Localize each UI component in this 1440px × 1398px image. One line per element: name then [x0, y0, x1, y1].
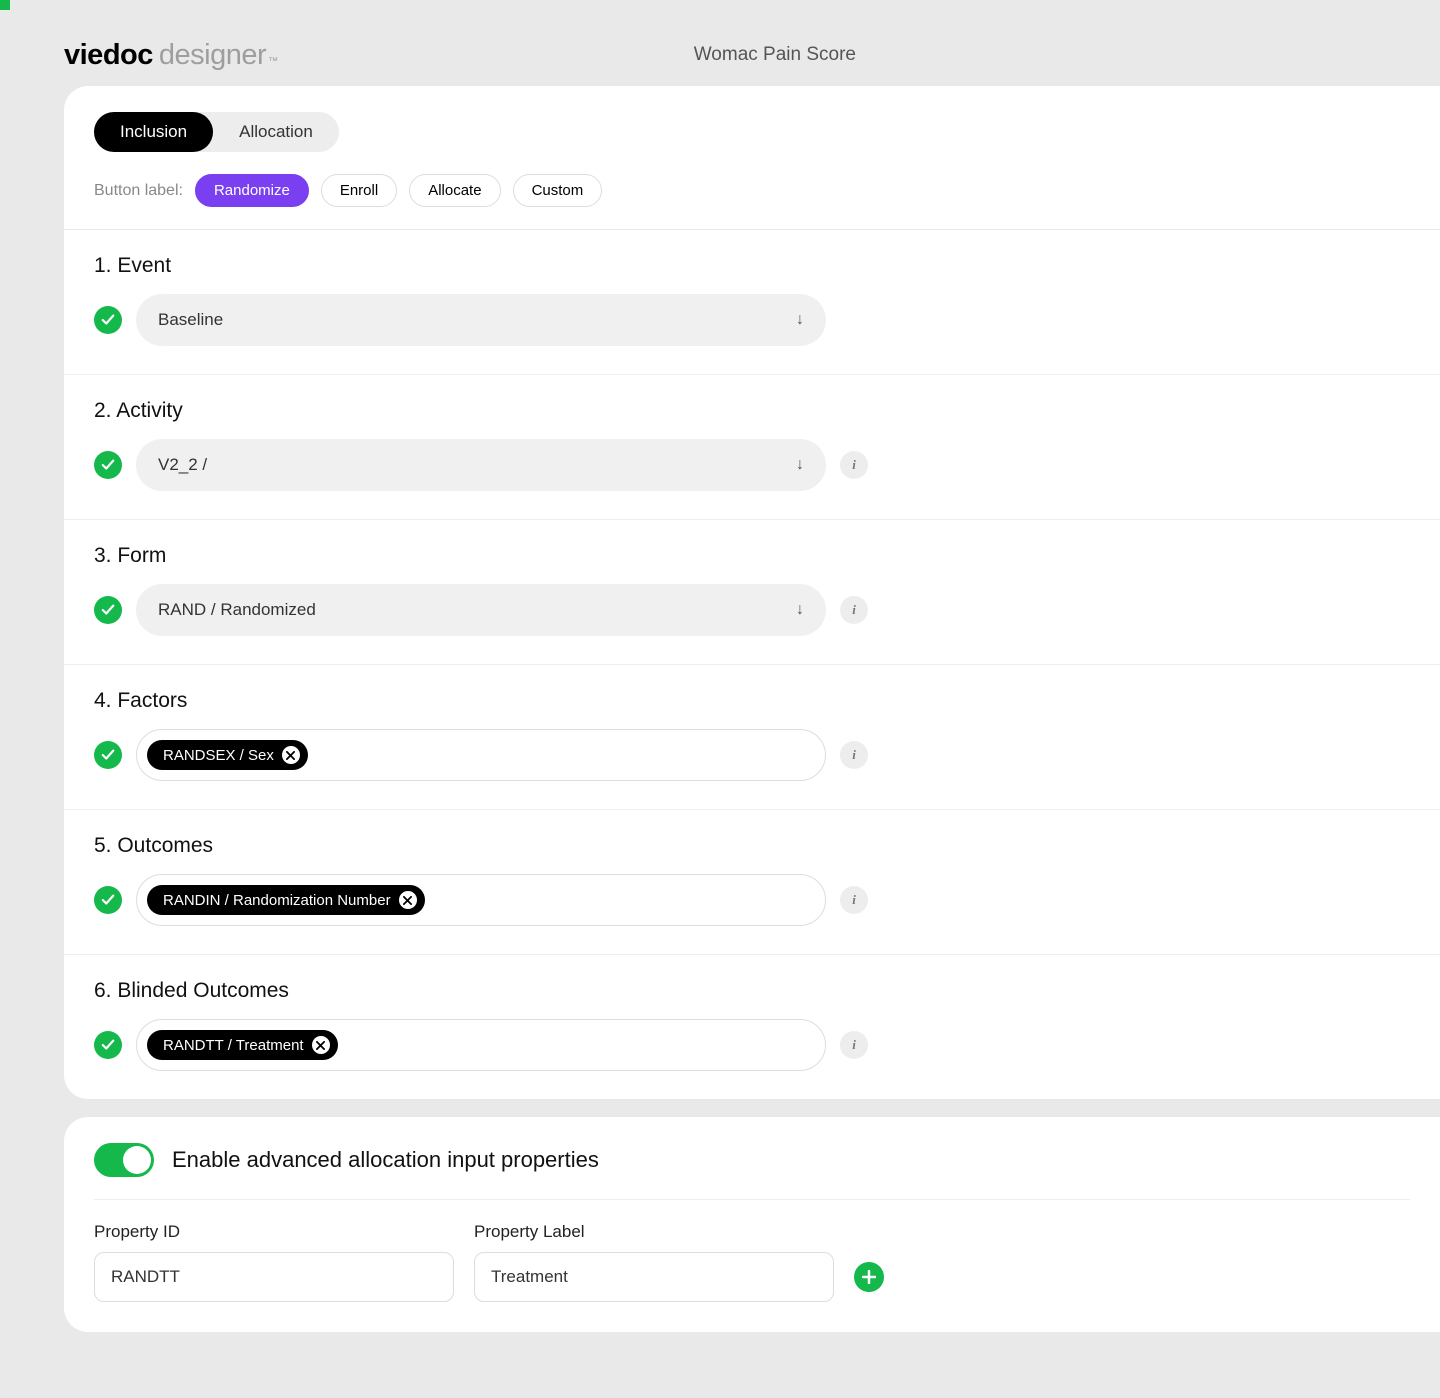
- chip-randomize[interactable]: Randomize: [195, 174, 309, 207]
- logo-light: designer: [159, 39, 266, 72]
- property-label-input[interactable]: [474, 1252, 834, 1302]
- check-icon: [94, 306, 122, 334]
- toggle-row: Enable advanced allocation input propert…: [94, 1143, 1410, 1200]
- section-blinded-outcomes: 6. Blinded Outcomes RANDTT / Treatment i: [64, 955, 1440, 1099]
- remove-tag-icon[interactable]: [282, 746, 300, 764]
- form-dropdown[interactable]: RAND / Randomized ↓: [136, 584, 826, 636]
- property-id-col: Property ID: [94, 1222, 454, 1302]
- remove-tag-icon[interactable]: [399, 891, 417, 909]
- blinded-tag: RANDTT / Treatment: [147, 1030, 338, 1060]
- section-blinded-title: 6. Blinded Outcomes: [94, 979, 1410, 1003]
- event-dropdown[interactable]: Baseline ↓: [136, 294, 826, 346]
- tab-inclusion[interactable]: Inclusion: [94, 112, 213, 152]
- advanced-toggle-label: Enable advanced allocation input propert…: [172, 1147, 599, 1173]
- tabs-row: Inclusion Allocation: [64, 86, 1440, 174]
- logo-tm: ™: [268, 56, 278, 67]
- info-icon[interactable]: i: [840, 596, 868, 624]
- chip-allocate[interactable]: Allocate: [409, 174, 500, 207]
- property-id-label: Property ID: [94, 1222, 454, 1242]
- section-outcomes: 5. Outcomes RANDIN / Randomization Numbe…: [64, 810, 1440, 955]
- section-activity: 2. Activity V2_2 / ↓ i: [64, 375, 1440, 520]
- toggle-knob: [123, 1146, 151, 1174]
- check-icon: [94, 451, 122, 479]
- info-icon[interactable]: i: [840, 741, 868, 769]
- info-icon[interactable]: i: [840, 1031, 868, 1059]
- factors-tag: RANDSEX / Sex: [147, 740, 308, 770]
- logo-bold: viedoc: [64, 39, 153, 72]
- section-form: 3. Form RAND / Randomized ↓ i: [64, 520, 1440, 665]
- button-label-row: Button label: Randomize Enroll Allocate …: [64, 174, 1440, 230]
- add-property-button[interactable]: [854, 1262, 884, 1292]
- chip-custom[interactable]: Custom: [513, 174, 603, 207]
- advanced-toggle[interactable]: [94, 1143, 154, 1177]
- factors-input[interactable]: RANDSEX / Sex: [136, 729, 826, 781]
- chevron-down-icon: ↓: [796, 311, 804, 329]
- tab-allocation[interactable]: Allocation: [213, 112, 339, 152]
- activity-dropdown-value: V2_2 /: [158, 455, 207, 475]
- main-panel: Inclusion Allocation Button label: Rando…: [64, 86, 1440, 1099]
- section-event: 1. Event Baseline ↓: [64, 230, 1440, 375]
- section-outcomes-title: 5. Outcomes: [94, 834, 1410, 858]
- decorative-strip: [0, 0, 10, 10]
- section-factors: 4. Factors RANDSEX / Sex i: [64, 665, 1440, 810]
- page-title: Womac Pain Score: [694, 44, 856, 66]
- remove-tag-icon[interactable]: [312, 1036, 330, 1054]
- section-form-title: 3. Form: [94, 544, 1410, 568]
- blinded-input[interactable]: RANDTT / Treatment: [136, 1019, 826, 1071]
- factors-tag-label: RANDSEX / Sex: [163, 747, 274, 764]
- check-icon: [94, 886, 122, 914]
- check-icon: [94, 596, 122, 624]
- outcomes-tag: RANDIN / Randomization Number: [147, 885, 425, 915]
- section-activity-title: 2. Activity: [94, 399, 1410, 423]
- outcomes-tag-label: RANDIN / Randomization Number: [163, 892, 391, 909]
- info-icon[interactable]: i: [840, 886, 868, 914]
- section-factors-title: 4. Factors: [94, 689, 1410, 713]
- chevron-down-icon: ↓: [796, 601, 804, 619]
- button-label-prefix: Button label:: [94, 182, 183, 200]
- event-dropdown-value: Baseline: [158, 310, 223, 330]
- activity-dropdown[interactable]: V2_2 / ↓: [136, 439, 826, 491]
- chevron-down-icon: ↓: [796, 456, 804, 474]
- property-label-label: Property Label: [474, 1222, 834, 1242]
- info-icon[interactable]: i: [840, 451, 868, 479]
- section-event-title: 1. Event: [94, 254, 1410, 278]
- property-id-input[interactable]: [94, 1252, 454, 1302]
- blinded-tag-label: RANDTT / Treatment: [163, 1037, 304, 1054]
- outcomes-input[interactable]: RANDIN / Randomization Number: [136, 874, 826, 926]
- form-dropdown-value: RAND / Randomized: [158, 600, 316, 620]
- props-row: Property ID Property Label: [94, 1222, 1410, 1302]
- tabs-pill: Inclusion Allocation: [94, 112, 339, 152]
- property-label-col: Property Label: [474, 1222, 834, 1302]
- logo: viedoc designer ™: [64, 39, 278, 72]
- check-icon: [94, 741, 122, 769]
- check-icon: [94, 1031, 122, 1059]
- chip-enroll[interactable]: Enroll: [321, 174, 397, 207]
- advanced-panel: Enable advanced allocation input propert…: [64, 1117, 1440, 1332]
- header: viedoc designer ™ Womac Pain Score: [0, 0, 1440, 86]
